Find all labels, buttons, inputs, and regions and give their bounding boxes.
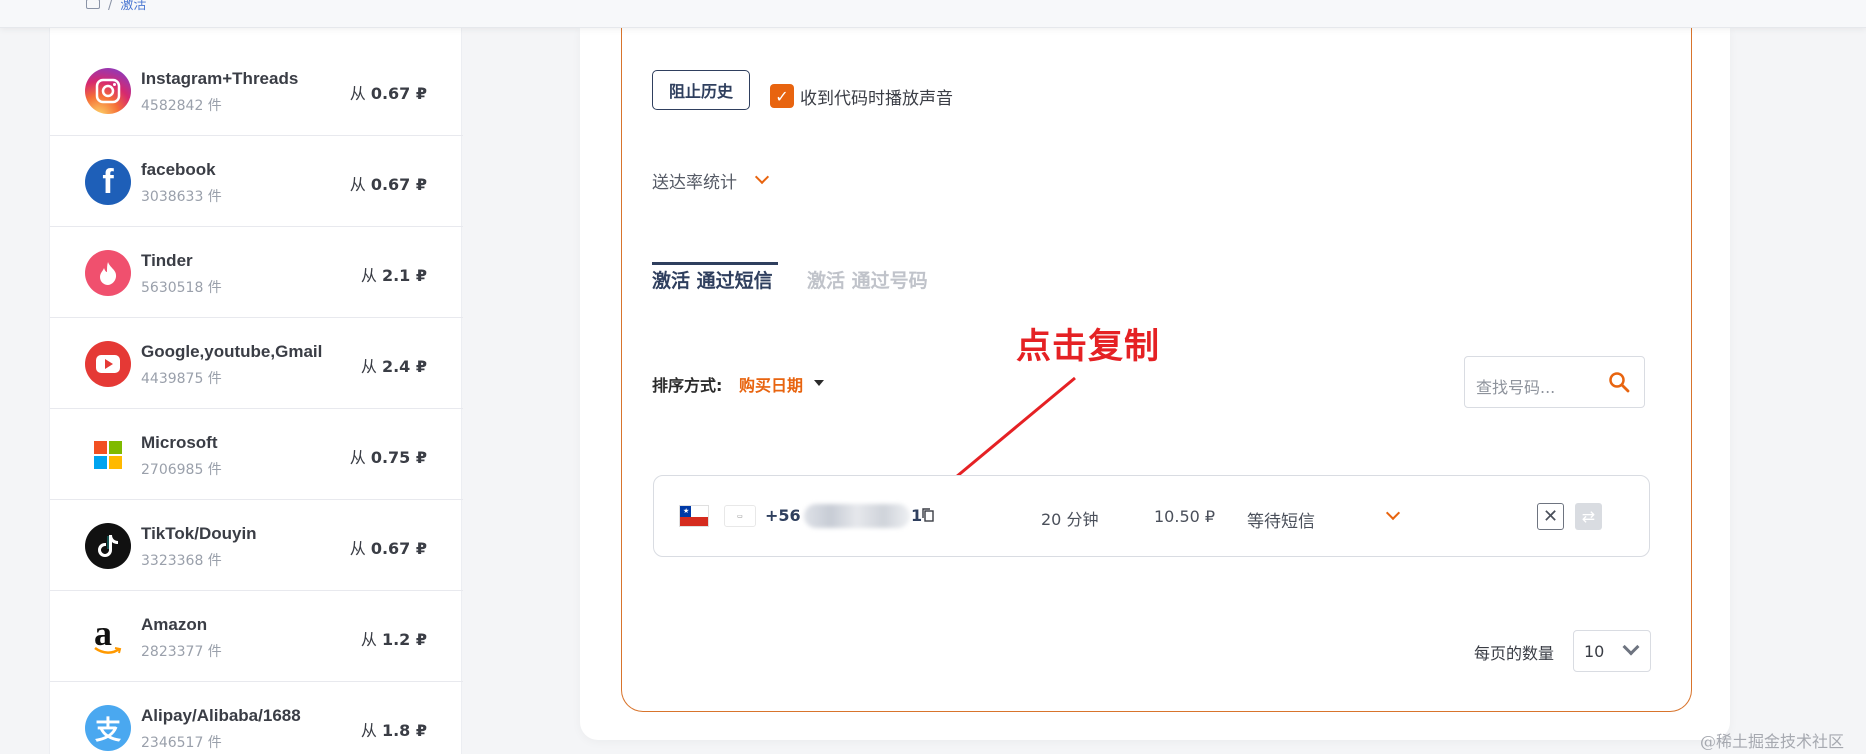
youtube-icon (85, 341, 131, 387)
service-name: Alipay/Alibaba/1688 (141, 706, 301, 725)
sort-dropdown[interactable]: 购买日期 (739, 372, 803, 396)
annotation-label: 点击复制 (1016, 327, 1161, 367)
service-price: 从 0.67 ₽ (349, 539, 427, 558)
microsoft-icon (85, 432, 131, 478)
order-price: 10.50 ₽ (1154, 507, 1216, 526)
phone-number-prefix[interactable]: +56 (765, 506, 801, 525)
service-count: 2346517 件 (141, 735, 222, 751)
per-page-label: 每页的数量 (1474, 644, 1555, 663)
service-item-instagram[interactable]: Instagram+Threads 4582842 件 从 0.67 ₽ (50, 45, 463, 136)
check-icon: ✓ (775, 86, 789, 106)
service-count: 3323368 件 (141, 553, 222, 569)
delivery-stats-toggle[interactable]: 送达率统计 (652, 168, 737, 193)
chevron-down-icon (1622, 638, 1640, 656)
sort-label: 排序方式: (652, 376, 723, 395)
service-item-tiktok[interactable]: TikTok/Douyin 3323368 件 从 0.67 ₽ (50, 500, 463, 591)
breadcrumb-current[interactable]: 激活 (120, 0, 146, 13)
per-page-select[interactable]: 10 (1573, 630, 1651, 672)
service-name: TikTok/Douyin (141, 524, 257, 543)
service-logo-icon: ▭ (724, 505, 756, 527)
tab-activate-by-sms[interactable]: 激活 通过短信 (652, 266, 773, 301)
tab-active-indicator (652, 262, 778, 265)
caret-down-icon[interactable] (814, 380, 824, 386)
phone-number-redacted (804, 504, 910, 528)
service-count: 4582842 件 (141, 98, 222, 114)
service-price: 从 2.4 ₽ (360, 357, 427, 376)
service-price: 从 1.2 ₽ (360, 630, 427, 649)
service-item-alipay[interactable]: 支 Alipay/Alibaba/1688 2346517 件 从 1.8 ₽ (50, 682, 463, 754)
service-price: 从 2.1 ₽ (360, 266, 427, 285)
service-name: facebook (141, 160, 216, 179)
service-name: Google,youtube,Gmail (141, 342, 323, 361)
service-count: 3038633 件 (141, 189, 222, 205)
service-count: 4439875 件 (141, 371, 222, 387)
sound-checkbox[interactable]: ✓ (770, 84, 794, 108)
copy-icon[interactable] (921, 507, 935, 523)
service-count: 2823377 件 (141, 644, 222, 660)
service-item-facebook[interactable]: f facebook 3038633 件 从 0.67 ₽ (50, 136, 463, 227)
tab-activate-by-number[interactable]: 激活 通过号码 (807, 266, 928, 293)
search-placeholder: 查找号码... (1476, 378, 1556, 397)
close-icon: ✕ (1542, 506, 1559, 527)
tiktok-icon (85, 523, 131, 569)
service-count: 5630518 件 (141, 280, 222, 296)
service-name: Amazon (141, 615, 208, 634)
watermark: @稀土掘金技术社区 (1700, 732, 1845, 751)
per-page-value: 10 (1584, 642, 1605, 661)
service-item-google[interactable]: Google,youtube,Gmail 4439875 件 从 2.4 ₽ (50, 318, 463, 409)
service-item-microsoft[interactable]: Microsoft 2706985 件 从 0.75 ₽ (50, 409, 463, 500)
service-price: 从 0.75 ₽ (349, 448, 427, 467)
search-icon[interactable] (1608, 371, 1630, 393)
service-item-amazon[interactable]: a Amazon 2823377 件 从 1.2 ₽ (50, 591, 463, 682)
alipay-icon: 支 (85, 705, 131, 751)
service-name: Tinder (141, 251, 193, 270)
top-bar: / 激活 (0, 0, 1866, 28)
tinder-icon (85, 250, 131, 296)
service-name: Instagram+Threads (141, 69, 299, 88)
service-price: 从 1.8 ₽ (360, 721, 427, 740)
search-input[interactable]: 查找号码... (1464, 356, 1645, 408)
facebook-icon: f (85, 159, 131, 205)
service-sidebar: Instagram+Threads 4582842 件 从 0.67 ₽ f f… (49, 28, 463, 754)
repeat-order-button[interactable]: ⇄ (1575, 503, 1602, 530)
service-item-tinder[interactable]: Tinder 5630518 件 从 2.1 ₽ (50, 227, 463, 318)
service-count: 2706985 件 (141, 462, 222, 478)
sound-checkbox-label[interactable]: 收到代码时播放声音 (800, 84, 953, 109)
breadcrumb: / 激活 (86, 0, 146, 13)
chevron-down-icon[interactable] (1385, 505, 1401, 521)
block-history-button[interactable]: 阻止历史 (652, 70, 750, 110)
cancel-order-button[interactable]: ✕ (1537, 503, 1564, 530)
home-icon[interactable] (86, 0, 100, 9)
instagram-icon (85, 68, 131, 114)
service-name: Microsoft (141, 433, 218, 452)
repeat-icon: ⇄ (1581, 507, 1596, 526)
service-price: 从 0.67 ₽ (349, 175, 427, 194)
order-row: ★ ▭ +56 1 20 分钟 10.50 ₽ 等待短信 ✕ ⇄ (653, 475, 1650, 557)
order-status[interactable]: 等待短信 (1247, 507, 1315, 532)
chile-flag-icon: ★ (679, 505, 709, 527)
amazon-icon: a (85, 613, 131, 660)
order-time: 20 分钟 (1041, 510, 1099, 529)
service-price: 从 0.67 ₽ (349, 84, 427, 103)
